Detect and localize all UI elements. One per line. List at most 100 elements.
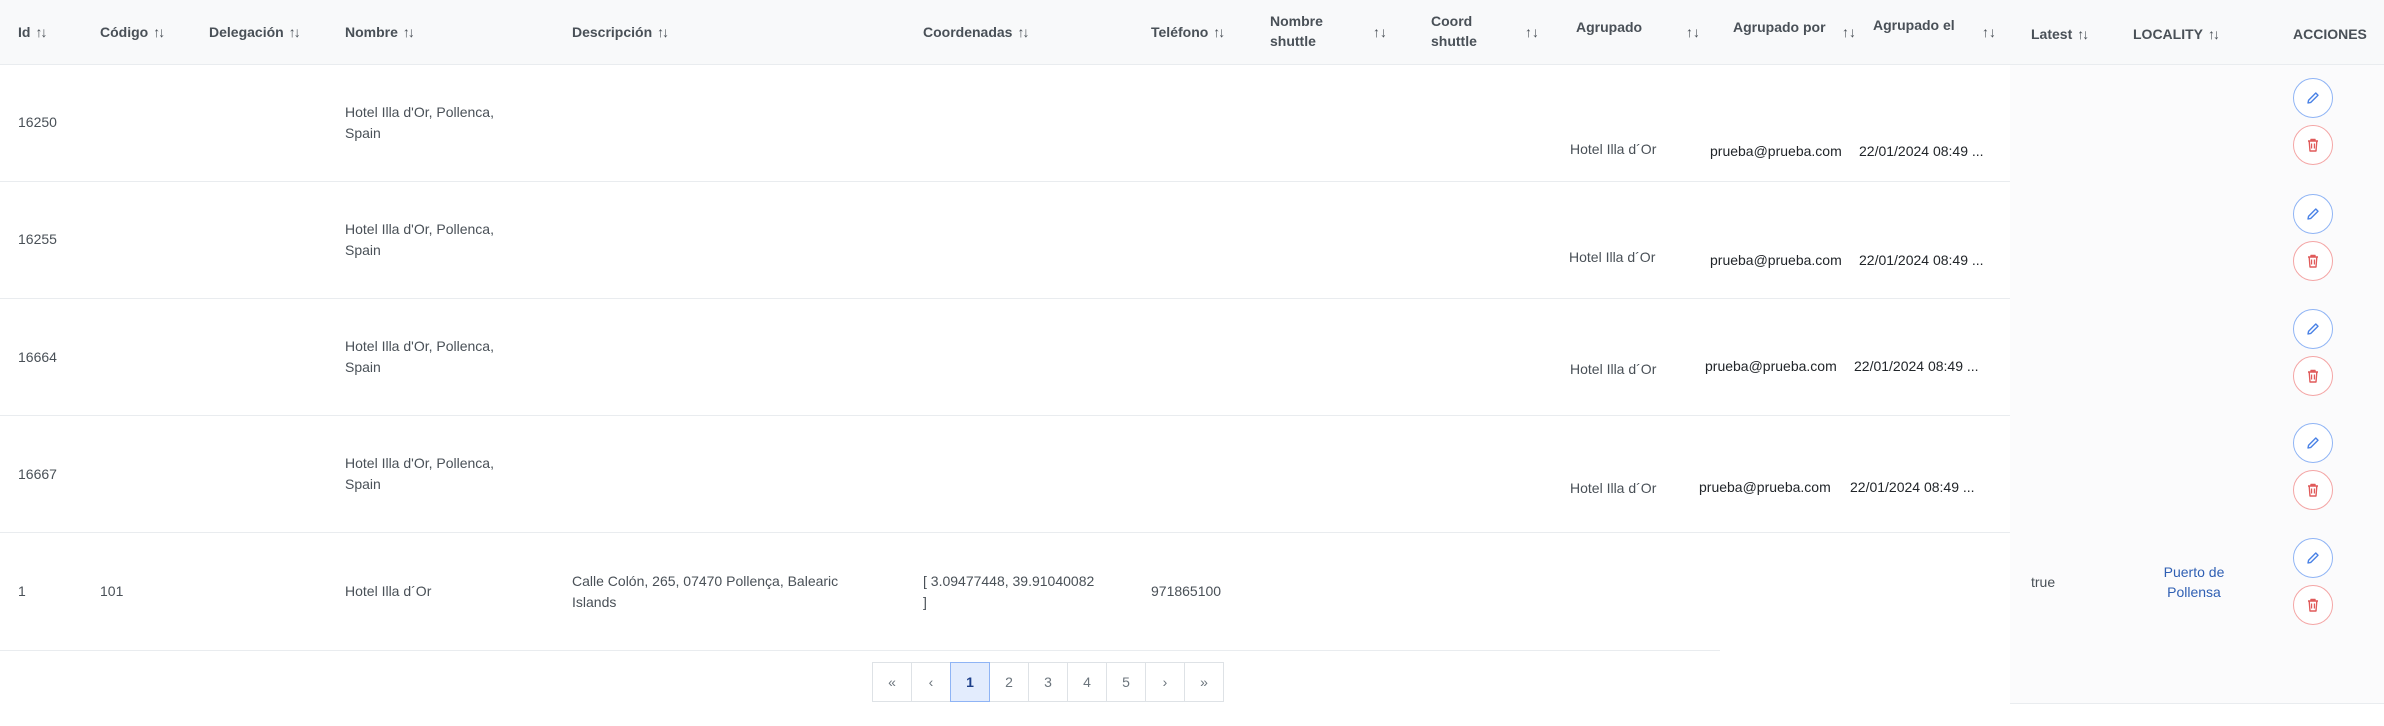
cell-agrupado-por: prueba@prueba.com <box>1699 479 1831 495</box>
cell-id: 16667 <box>18 466 57 482</box>
cell-id: 16255 <box>18 231 57 247</box>
row-divider <box>0 181 2010 182</box>
first-page-button[interactable]: « <box>872 662 912 702</box>
cell-nombre-line2: Spain <box>345 242 381 258</box>
column-header-agrupado-el[interactable]: Agrupado el <box>1873 15 1955 35</box>
row-divider <box>0 650 1720 651</box>
trash-icon <box>2308 483 2318 497</box>
column-header-id[interactable]: Id ↑↓ <box>18 22 47 42</box>
column-header-label: Descripción <box>572 24 653 40</box>
column-header-agrupado-por[interactable]: Agrupado por <box>1733 17 1826 37</box>
delete-button[interactable] <box>2293 125 2333 165</box>
trash-icon <box>2308 138 2318 152</box>
cell-agrupado-por: prueba@prueba.com <box>1710 252 1842 268</box>
sort-icon[interactable]: ↑↓ <box>1982 22 1996 42</box>
page-button-3[interactable]: 3 <box>1028 662 1068 702</box>
delete-button[interactable] <box>2293 241 2333 281</box>
page-button-4[interactable]: 4 <box>1067 662 1107 702</box>
edit-button[interactable] <box>2293 538 2333 578</box>
trash-icon <box>2308 254 2318 268</box>
column-header-label: Código <box>100 24 149 40</box>
sort-icon[interactable]: ↑↓ <box>1373 22 1387 42</box>
column-header-coord-shuttle-line1[interactable]: Coord <box>1431 11 1472 31</box>
locality-link-line2[interactable]: Pollensa <box>2167 584 2221 600</box>
pencil-icon <box>2307 437 2319 449</box>
delete-button[interactable] <box>2293 585 2333 625</box>
sort-icon[interactable]: ↑↓ <box>403 22 415 42</box>
pencil-icon <box>2307 92 2319 104</box>
locality-link-line1[interactable]: Puerto de <box>2164 564 2225 580</box>
row-divider <box>0 532 2010 533</box>
cell-agrupado: Hotel Illa d´Or <box>1570 480 1657 496</box>
column-header-label: Latest <box>2031 26 2073 42</box>
trash-icon <box>2308 598 2318 612</box>
delete-button[interactable] <box>2293 470 2333 510</box>
cell-agrupado: Hotel Illa d´Or <box>1570 141 1657 157</box>
sort-icon[interactable]: ↑↓ <box>35 22 47 42</box>
column-header-coord-shuttle-line2[interactable]: shuttle <box>1431 31 1477 51</box>
cell-nombre: Hotel Illa d´Or <box>345 583 432 599</box>
sort-icon[interactable]: ↑↓ <box>153 22 165 42</box>
column-header-nombre-shuttle-line1[interactable]: Nombre <box>1270 11 1323 31</box>
sort-icon[interactable]: ↑↓ <box>1525 22 1539 42</box>
edit-button[interactable] <box>2293 423 2333 463</box>
page-button-1[interactable]: 1 <box>950 662 990 702</box>
column-header-nombre[interactable]: Nombre ↑↓ <box>345 22 415 42</box>
cell-descripcion-line1: Calle Colón, 265, 07470 Pollença, Balear… <box>572 573 839 589</box>
page-button-2[interactable]: 2 <box>989 662 1029 702</box>
cell-agrupado-por: prueba@prueba.com <box>1705 358 1837 374</box>
cell-id: 16250 <box>18 114 57 130</box>
cell-agrupado: Hotel Illa d´Or <box>1570 361 1657 377</box>
sort-icon[interactable]: ↑↓ <box>1213 22 1225 42</box>
column-header-descripcion[interactable]: Descripción ↑↓ <box>572 22 669 42</box>
row-divider <box>0 298 2010 299</box>
column-header-coordenadas[interactable]: Coordenadas ↑↓ <box>923 22 1029 42</box>
sort-icon[interactable]: ↑↓ <box>2208 24 2220 44</box>
cell-coordenadas-line1: [ 3.09477448, 39.91040082 <box>923 573 1095 589</box>
cell-latest: true <box>2031 574 2056 590</box>
edit-button[interactable] <box>2293 194 2333 234</box>
locality-link[interactable]: Puerto de Pollensa <box>2139 562 2249 602</box>
row-divider <box>0 64 2384 65</box>
prev-page-button[interactable]: ‹ <box>911 662 951 702</box>
cell-nombre-line1: Hotel Illa d'Or, Pollenca, <box>345 455 494 471</box>
column-header-label: Nombre <box>345 24 398 40</box>
sort-icon[interactable]: ↑↓ <box>657 22 669 42</box>
page-button-5[interactable]: 5 <box>1106 662 1146 702</box>
cell-agrupado-el: 22/01/2024 08:49 ... <box>1850 479 1975 495</box>
cell-agrupado: Hotel Illa d´Or <box>1569 249 1656 265</box>
edit-button[interactable] <box>2293 309 2333 349</box>
next-page-button[interactable]: › <box>1145 662 1185 702</box>
column-header-label: Delegación <box>209 24 284 40</box>
column-header-nombre-shuttle-line2[interactable]: shuttle <box>1270 31 1316 51</box>
cell-descripcion-line2: Islands <box>572 594 617 610</box>
last-page-button[interactable]: » <box>1184 662 1224 702</box>
cell-agrupado-por: prueba@prueba.com <box>1710 143 1842 159</box>
cell-coordenadas-line2: ] <box>923 594 927 610</box>
column-header-delegacion[interactable]: Delegación ↑↓ <box>209 22 301 42</box>
column-header-locality[interactable]: LOCALITY ↑↓ <box>2133 24 2220 44</box>
cell-agrupado-el: 22/01/2024 08:49 ... <box>1859 143 1984 159</box>
sort-icon[interactable]: ↑↓ <box>2077 24 2089 44</box>
pencil-icon <box>2307 552 2319 564</box>
column-header-agrupado[interactable]: Agrupado <box>1576 17 1642 37</box>
cell-nombre-line2: Spain <box>345 125 381 141</box>
column-header-telefono[interactable]: Teléfono ↑↓ <box>1151 22 1225 42</box>
sort-icon[interactable]: ↑↓ <box>1842 22 1856 42</box>
column-header-label: LOCALITY <box>2133 26 2203 42</box>
edit-button[interactable] <box>2293 78 2333 118</box>
column-header-codigo[interactable]: Código ↑↓ <box>100 22 165 42</box>
pencil-icon <box>2307 208 2319 220</box>
sort-icon[interactable]: ↑↓ <box>1686 22 1700 42</box>
cell-agrupado-el: 22/01/2024 08:49 ... <box>1854 358 1979 374</box>
column-header-label: Teléfono <box>1151 24 1209 40</box>
trash-icon <box>2308 369 2318 383</box>
row-divider <box>0 415 2010 416</box>
row-divider <box>2010 703 2384 704</box>
pagination: « ‹ 1 2 3 4 5 › » <box>872 662 1224 702</box>
column-header-latest[interactable]: Latest ↑↓ <box>2031 24 2089 44</box>
sort-icon[interactable]: ↑↓ <box>1017 22 1029 42</box>
column-header-label: Coordenadas <box>923 24 1013 40</box>
sort-icon[interactable]: ↑↓ <box>289 22 301 42</box>
delete-button[interactable] <box>2293 356 2333 396</box>
